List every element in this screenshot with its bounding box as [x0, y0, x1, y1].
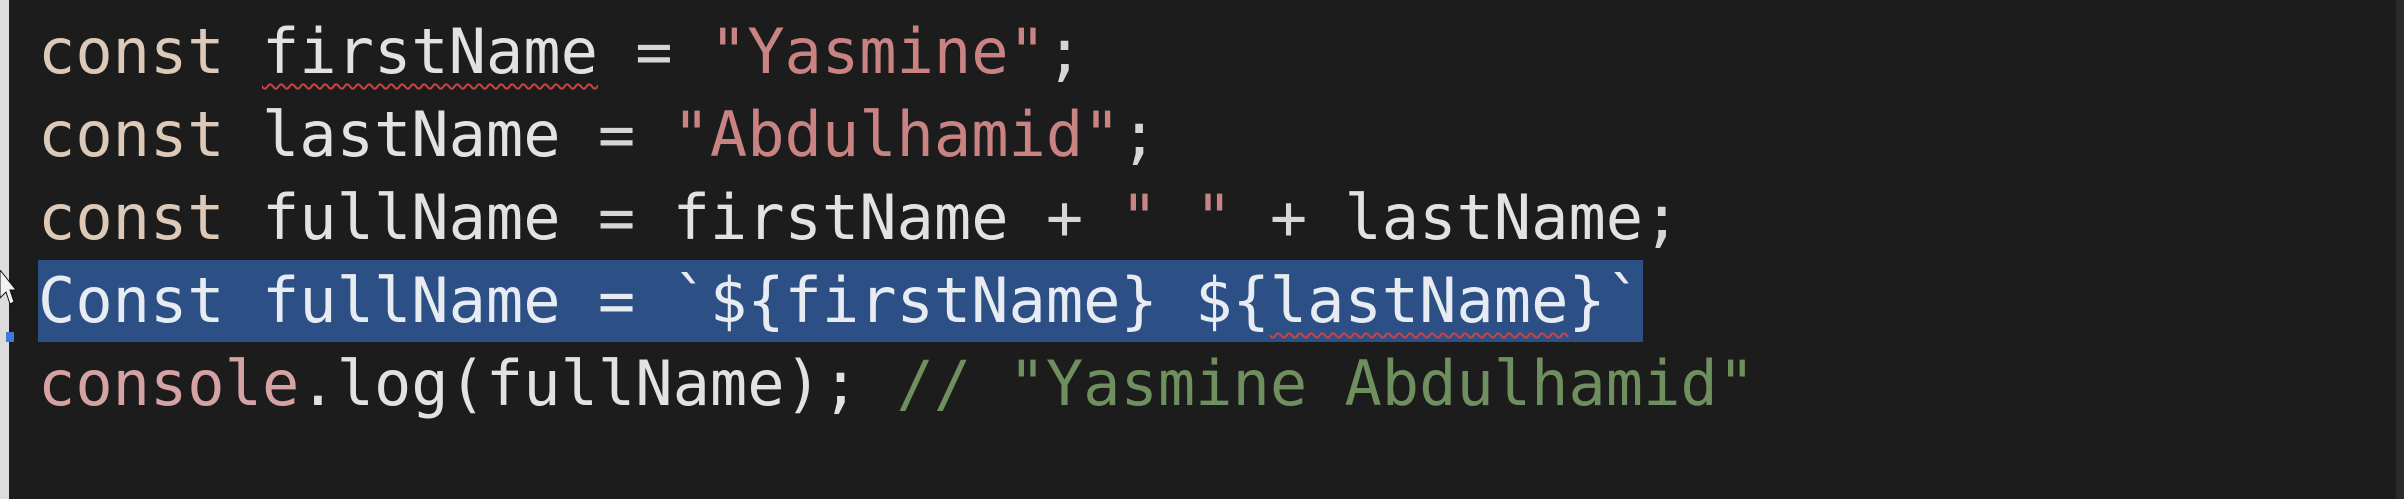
- plus-operator: +: [1045, 181, 1084, 254]
- semicolon: ;: [1045, 15, 1084, 88]
- identifier-firstname: firstName: [261, 15, 598, 88]
- keyword-const: const: [38, 98, 225, 171]
- editor-right-edge: [2396, 0, 2404, 499]
- code-line-1[interactable]: const firstName = "Yasmine";: [38, 11, 1083, 93]
- code-editor[interactable]: const firstName = "Yasmine"; const lastN…: [0, 0, 2404, 499]
- text-caret: [6, 332, 14, 342]
- selected-template-end: }`: [1568, 264, 1644, 337]
- selected-code-line[interactable]: Const fullName = `${firstName} ${lastNam…: [38, 260, 1644, 342]
- keyword-const: const: [38, 15, 225, 88]
- selected-lastname: lastName: [1269, 264, 1569, 337]
- console-log-call: .log(fullName);: [299, 347, 860, 420]
- assignment-operator: =: [597, 98, 636, 171]
- code-line-5[interactable]: console.log(fullName); // "Yasmine Abdul…: [38, 343, 1755, 425]
- code-line-2[interactable]: const lastName = "Abdulhamid";: [38, 94, 1158, 176]
- identifier-lastname-ref: lastName: [1344, 181, 1644, 254]
- assignment-operator: =: [635, 15, 673, 88]
- identifier-firstname-ref: firstName: [672, 181, 1009, 254]
- assignment-operator: =: [597, 181, 636, 254]
- console-object: console: [38, 347, 300, 420]
- code-line-3[interactable]: const fullName = firstName + " " + lastN…: [38, 177, 1680, 259]
- keyword-const: const: [38, 181, 225, 254]
- semicolon: ;: [1120, 98, 1158, 171]
- string-space: " ": [1120, 181, 1233, 254]
- selected-template-start: Const fullName = `${firstName} ${: [38, 264, 1270, 337]
- string-abdulhamid: "Abdulhamid": [672, 98, 1121, 171]
- string-yasmine: "Yasmine": [709, 15, 1046, 88]
- identifier-fullname: fullName: [261, 181, 561, 254]
- identifier-lastname: lastName: [261, 98, 561, 171]
- editor-left-border: [0, 0, 9, 499]
- plus-operator: +: [1269, 181, 1308, 254]
- semicolon: ;: [1643, 181, 1681, 254]
- mouse-pointer-icon: [0, 270, 16, 305]
- code-comment: // "Yasmine Abdulhamid": [896, 347, 1756, 420]
